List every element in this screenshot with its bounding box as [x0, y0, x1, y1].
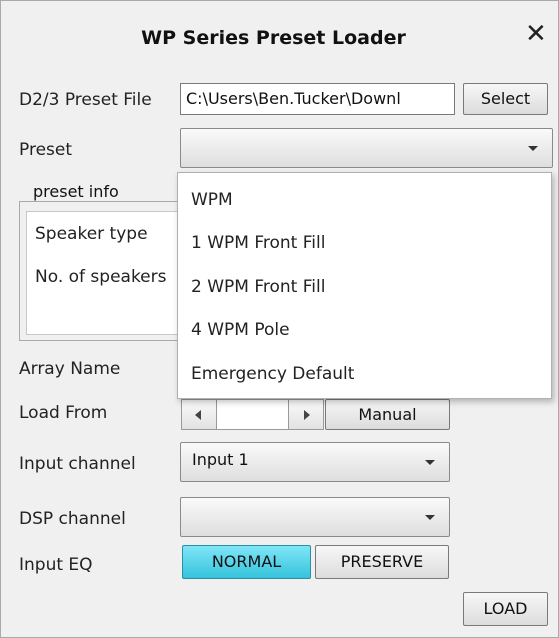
input-channel-value: Input 1	[192, 450, 249, 469]
speaker-type-label: Speaker type	[35, 224, 148, 244]
preset-file-label: D2/3 Preset File	[19, 90, 152, 110]
arrow-right-icon	[304, 410, 310, 420]
chevron-down-icon	[425, 515, 435, 520]
scroll-right-button[interactable]	[288, 399, 324, 430]
preset-file-path-input[interactable]: C:\Users\Ben.Tucker\Downl	[180, 83, 455, 115]
close-icon[interactable]: ✕	[525, 21, 547, 47]
chevron-down-icon	[528, 146, 538, 151]
input-channel-combo[interactable]: Input 1	[180, 442, 450, 482]
input-channel-label: Input channel	[19, 454, 136, 474]
chevron-down-icon	[425, 460, 435, 465]
scroll-track[interactable]	[217, 399, 289, 430]
array-name-label: Array Name	[19, 359, 121, 379]
dsp-channel-label: DSP channel	[19, 509, 126, 529]
preset-option[interactable]: 4 WPM Pole	[191, 320, 290, 340]
dialog-title: WP Series Preset Loader	[141, 27, 406, 49]
manual-button[interactable]: Manual	[325, 399, 450, 430]
scroll-left-button[interactable]	[181, 399, 217, 430]
preset-option[interactable]: 2 WPM Front Fill	[191, 277, 325, 297]
eq-normal-button[interactable]: NORMAL	[182, 545, 311, 579]
load-button[interactable]: LOAD	[463, 592, 548, 626]
preset-dropdown-list: WPM 1 WPM Front Fill 2 WPM Front Fill 4 …	[177, 172, 552, 399]
preset-option[interactable]: Emergency Default	[191, 364, 354, 384]
dsp-channel-combo[interactable]	[180, 497, 450, 537]
arrow-left-icon	[195, 410, 201, 420]
preset-option[interactable]: 1 WPM Front Fill	[191, 233, 325, 253]
load-from-label: Load From	[19, 403, 108, 423]
preset-combo[interactable]	[180, 128, 553, 168]
select-button[interactable]: Select	[463, 83, 548, 115]
speaker-count-label: No. of speakers	[35, 267, 167, 287]
preset-label: Preset	[19, 140, 73, 160]
input-eq-label: Input EQ	[19, 555, 93, 575]
preset-info-title: preset info	[31, 182, 121, 201]
load-from-scrollbar[interactable]	[181, 399, 324, 430]
eq-preserve-button[interactable]: PRESERVE	[315, 545, 449, 579]
preset-option[interactable]: WPM	[191, 190, 233, 210]
